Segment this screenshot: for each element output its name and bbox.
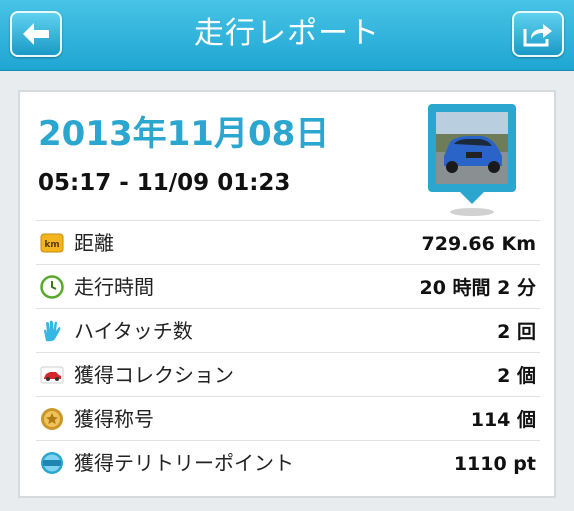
stat-row-territory-points: 獲得テリトリーポイント 1110 pt bbox=[36, 440, 540, 484]
stat-row-titles: 獲得称号 114 個 bbox=[36, 396, 540, 440]
pin-pointer bbox=[458, 190, 486, 204]
pin-shadow bbox=[450, 208, 494, 216]
svg-text:km: km bbox=[44, 240, 59, 250]
km-icon: km bbox=[40, 231, 64, 255]
stat-label: ハイタッチ数 bbox=[74, 319, 193, 343]
page-title: 走行レポート bbox=[194, 16, 380, 51]
car-photo bbox=[436, 112, 508, 184]
stat-label: 獲得称号 bbox=[74, 407, 154, 431]
stat-row-distance: km 距離 729.66 Km bbox=[36, 220, 540, 264]
car-thumbnail[interactable] bbox=[428, 104, 516, 216]
share-icon bbox=[523, 24, 552, 47]
stat-value: 1110 pt bbox=[453, 453, 536, 475]
stat-row-drive-time: 走行時間 20 時間 2 分 bbox=[36, 264, 540, 308]
stat-label: 距離 bbox=[74, 231, 114, 255]
stat-value: 2 回 bbox=[497, 321, 536, 343]
stats-list: km 距離 729.66 Km 走行時間 20 時間 2 分 ハイタッチ数 2 … bbox=[36, 220, 540, 484]
stat-value: 114 個 bbox=[470, 409, 536, 431]
stat-label: 獲得テリトリーポイント bbox=[74, 451, 294, 475]
spot-icon bbox=[40, 451, 64, 475]
car-icon bbox=[40, 363, 64, 387]
stat-value: 20 時間 2 分 bbox=[419, 277, 536, 299]
clock-icon bbox=[40, 275, 64, 299]
medal-icon bbox=[40, 407, 64, 431]
stat-row-high-touch: ハイタッチ数 2 回 bbox=[36, 308, 540, 352]
stat-label: 獲得コレクション bbox=[74, 363, 234, 387]
report-time-range: 05:17 - 11/09 01:23 bbox=[38, 170, 291, 196]
report-date: 2013年11月08日 bbox=[38, 114, 330, 154]
car-frame bbox=[428, 104, 516, 192]
stat-label: 走行時間 bbox=[74, 275, 154, 299]
stat-value: 2 個 bbox=[497, 365, 536, 387]
share-button[interactable] bbox=[512, 11, 564, 57]
report-card: 2013年11月08日 05:17 - 11/09 01:23 km 距離 72… bbox=[18, 90, 556, 498]
stat-value: 729.66 Km bbox=[421, 233, 536, 255]
hand-icon bbox=[40, 319, 64, 343]
app-header: 走行レポート bbox=[0, 0, 574, 71]
stat-row-collection: 獲得コレクション 2 個 bbox=[36, 352, 540, 396]
